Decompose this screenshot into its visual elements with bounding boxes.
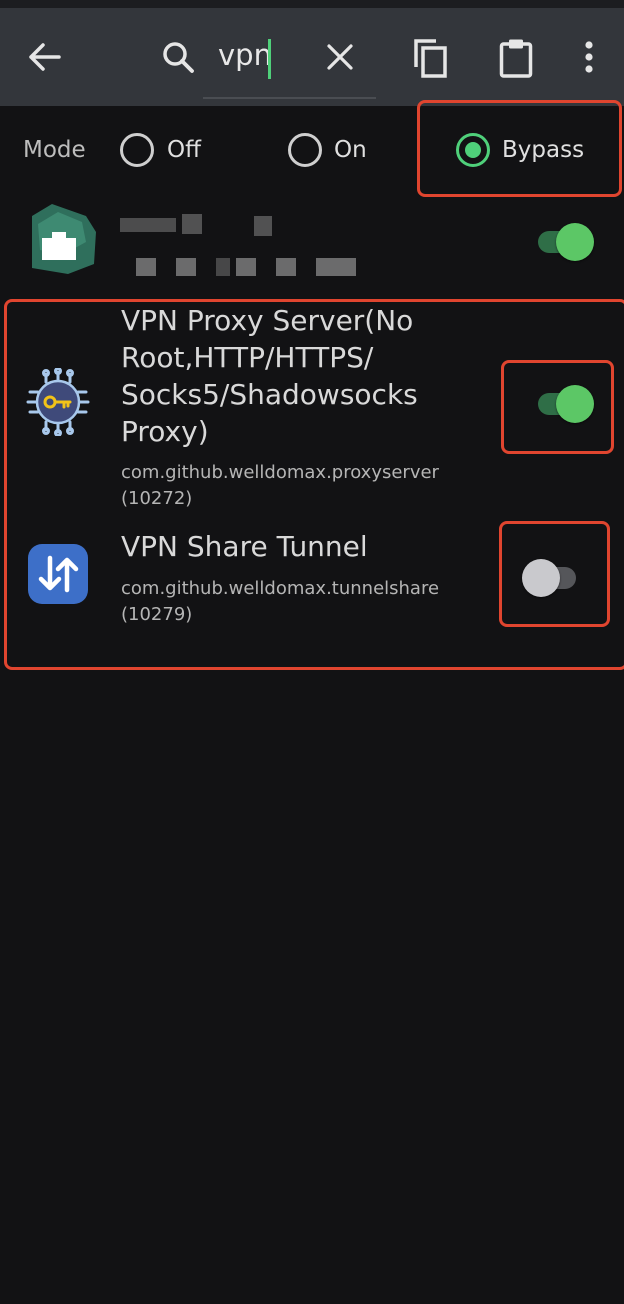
radio-off[interactable]	[120, 133, 154, 167]
toggle-thumb	[556, 223, 594, 261]
app-package: com.github.welldomax.tunnelshare (10279)	[121, 576, 491, 628]
package-name: com.github.welldomax.tunnelshare	[121, 578, 440, 599]
app-name-line: VPN Proxy Server(No	[121, 304, 414, 337]
package-name: com.github.welldomax.proxyserver	[121, 462, 439, 483]
toolbar: vpn	[0, 8, 624, 106]
radio-on[interactable]	[288, 133, 322, 167]
toggle-highlight-box	[501, 360, 614, 454]
app-package: com.github.welldomax.proxyserver (10272)	[121, 460, 491, 512]
obscured-app-name	[182, 214, 202, 234]
obscured-app-package	[136, 258, 156, 276]
search-underline	[203, 97, 376, 99]
app-name-line: Socks5/Shadowsocks	[121, 378, 418, 411]
app-name-line: Root,HTTP/HTTPS/	[121, 341, 374, 374]
mode-label: Mode	[23, 137, 86, 163]
overflow-menu-icon[interactable]	[572, 35, 606, 79]
obscured-app-package	[176, 258, 196, 276]
bypass-highlight-box	[417, 100, 622, 197]
app-name-line: Proxy)	[121, 415, 209, 448]
obscured-app-package	[236, 258, 256, 276]
radio-off-label[interactable]: Off	[167, 137, 201, 163]
app-uid: (10272)	[121, 488, 193, 509]
obscured-app-icon	[24, 202, 98, 276]
obscured-app-package	[216, 258, 230, 276]
app-toggle[interactable]	[534, 220, 596, 264]
app-name: VPN Proxy Server(No Root,HTTP/HTTPS/ Soc…	[121, 302, 491, 450]
obscured-app-package	[316, 258, 356, 276]
back-arrow-icon[interactable]	[20, 35, 68, 79]
app-name: VPN Share Tunnel	[121, 530, 368, 563]
up-down-arrows-icon	[28, 544, 88, 604]
list-item[interactable]	[0, 198, 624, 296]
search-input[interactable]: vpn	[218, 38, 272, 72]
virus-key-icon	[24, 367, 92, 437]
obscured-app-name	[120, 218, 176, 232]
clipboard-icon[interactable]	[492, 34, 540, 82]
toggle-highlight-box	[499, 521, 610, 627]
copy-icon[interactable]	[406, 34, 454, 82]
status-bar	[0, 0, 624, 8]
search-icon[interactable]	[156, 35, 200, 79]
clear-icon[interactable]	[318, 35, 362, 79]
obscured-app-name	[254, 216, 272, 236]
app-uid: (10279)	[121, 604, 193, 625]
obscured-app-package	[276, 258, 296, 276]
radio-on-label[interactable]: On	[334, 137, 367, 163]
text-caret	[268, 39, 271, 79]
